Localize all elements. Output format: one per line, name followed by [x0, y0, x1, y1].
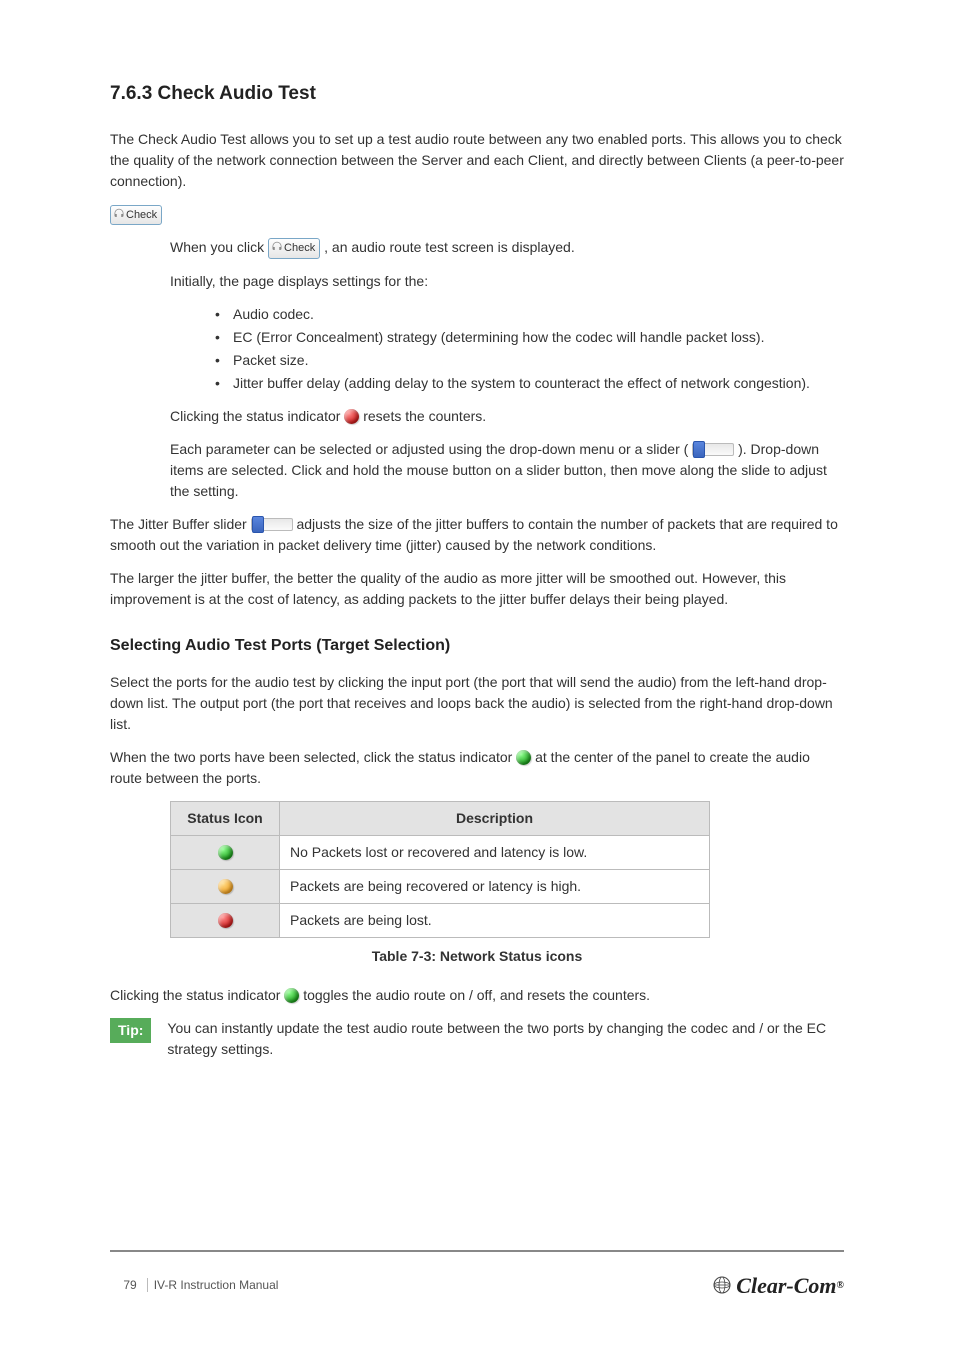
paragraph: Clicking the status indicator toggles th… [110, 985, 844, 1006]
brand-logo: Clear-Com® [712, 1269, 844, 1302]
green-status-icon [284, 988, 299, 1003]
table-caption: Table 7-3: Network Status icons [110, 946, 844, 967]
table-header: Status Icon [171, 801, 280, 835]
status-table: Status Icon Description No Packets lost … [170, 801, 710, 938]
list-item: Packet size. [215, 350, 844, 371]
table-row: No Packets lost or recovered and latency… [171, 835, 710, 869]
table-cell: No Packets lost or recovered and latency… [280, 835, 710, 869]
table-row: Packets are being lost. [171, 903, 710, 937]
table-cell: Packets are being recovered or latency i… [280, 869, 710, 903]
paragraph: Clicking the status indicator resets the… [170, 406, 844, 427]
table-header: Description [280, 801, 710, 835]
red-status-icon [344, 409, 359, 424]
paragraph: Select the ports for the audio test by c… [110, 672, 844, 735]
headset-icon [113, 208, 125, 220]
page-number: 79 [123, 1278, 136, 1292]
check-button-inline[interactable]: Check [268, 238, 320, 259]
paragraph: The Jitter Buffer slider adjusts the siz… [110, 514, 844, 556]
slider-icon[interactable] [692, 443, 734, 456]
table-row: Packets are being recovered or latency i… [171, 869, 710, 903]
list-item: EC (Error Concealment) strategy (determi… [215, 327, 844, 348]
globe-icon [712, 1275, 732, 1295]
registered-icon: ® [837, 1278, 844, 1293]
green-status-icon [218, 845, 233, 860]
paragraph: Each parameter can be selected or adjust… [170, 439, 844, 502]
headset-icon [271, 241, 283, 253]
paragraph: Initially, the page displays settings fo… [170, 271, 844, 292]
subsection-heading: Selecting Audio Test Ports (Target Selec… [110, 634, 844, 658]
red-status-icon [218, 913, 233, 928]
check-button-row: Check [110, 204, 844, 226]
paragraph: The Check Audio Test allows you to set u… [110, 129, 844, 192]
section-heading: 7.6.3 Check Audio Test [110, 80, 844, 109]
footer-doc-title: IV-R Instruction Manual [154, 1278, 279, 1292]
tip-block: Tip: You can instantly update the test a… [110, 1018, 844, 1060]
bullet-list: Audio codec. EC (Error Concealment) stra… [110, 304, 844, 394]
orange-status-icon [218, 879, 233, 894]
list-item: Jitter buffer delay (adding delay to the… [215, 373, 844, 394]
slider-icon[interactable] [251, 518, 293, 531]
green-status-icon [516, 750, 531, 765]
paragraph: When the two ports have been selected, c… [110, 747, 844, 789]
tip-text: You can instantly update the test audio … [167, 1018, 844, 1060]
paragraph: When you click Check , an audio route te… [170, 237, 844, 259]
list-item: Audio codec. [215, 304, 844, 325]
footer: 79 IV-R Instruction Manual Clear-Com® [110, 1250, 844, 1312]
tip-label: Tip: [110, 1018, 151, 1043]
paragraph: The larger the jitter buffer, the better… [110, 568, 844, 610]
check-button-inline[interactable]: Check [110, 205, 162, 226]
table-cell: Packets are being lost. [280, 903, 710, 937]
